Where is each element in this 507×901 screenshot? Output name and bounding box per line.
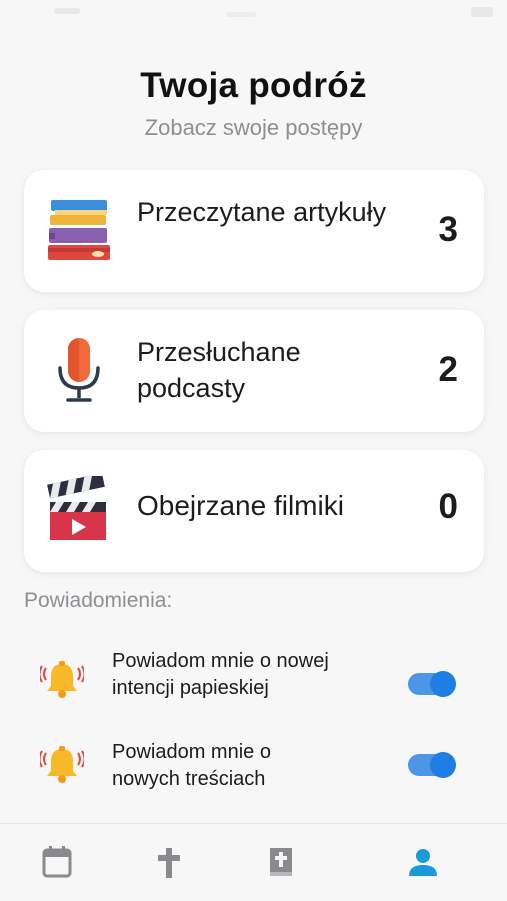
books-icon (48, 200, 110, 260)
notification-toggle-new-content[interactable] (408, 752, 456, 778)
stat-count-videos: 0 (438, 487, 458, 526)
bell-icon (40, 661, 84, 698)
cross-icon[interactable] (152, 844, 186, 880)
stat-card-podcasts[interactable]: Przesłuchane podcasty 2 (24, 310, 484, 432)
notifications-section-label: Powiadomienia: (24, 589, 173, 612)
page-subtitle: Zobacz swoje postępy (144, 115, 363, 140)
stat-card-videos[interactable]: Obejrzane filmiki 0 (24, 450, 484, 572)
page-title: Twoja podróż (140, 66, 367, 105)
stat-label-podcasts: Przesłuchane podcasty (137, 337, 301, 403)
battery-icon (471, 7, 493, 17)
calendar-icon[interactable] (40, 844, 74, 880)
person-icon[interactable] (406, 844, 440, 880)
stat-card-articles[interactable]: Przeczytane artykuły 3 (24, 170, 484, 292)
notification-text-new-content: Powiadom mnie o nowych treściach (112, 741, 271, 790)
bell-icon (40, 746, 84, 783)
notification-toggle-papal-intention[interactable] (408, 671, 456, 697)
clapperboard-icon (47, 476, 106, 540)
stat-count-podcasts: 2 (438, 350, 458, 389)
stat-label-videos: Obejrzane filmiki (137, 490, 344, 521)
bottom-nav (0, 823, 507, 901)
notification-text-papal-intention: Powiadom mnie o nowej intencji papieskie… (112, 650, 329, 699)
bible-icon[interactable] (264, 844, 298, 880)
stat-count-articles: 3 (438, 210, 458, 249)
status-bar (0, 0, 507, 30)
status-time (54, 8, 80, 14)
header: Twoja podróż Zobacz swoje postępy (0, 66, 507, 141)
notification-row-papal-intention: Powiadom mnie o nowej intencji papieskie… (40, 648, 470, 728)
toggle-knob (430, 671, 456, 697)
toggle-knob (430, 752, 456, 778)
stat-label-articles: Przeczytane artykuły (137, 197, 387, 227)
microphone-icon (58, 338, 100, 402)
notification-row-new-content: Powiadom mnie o nowych treściach (40, 739, 470, 795)
status-notch (226, 12, 256, 17)
